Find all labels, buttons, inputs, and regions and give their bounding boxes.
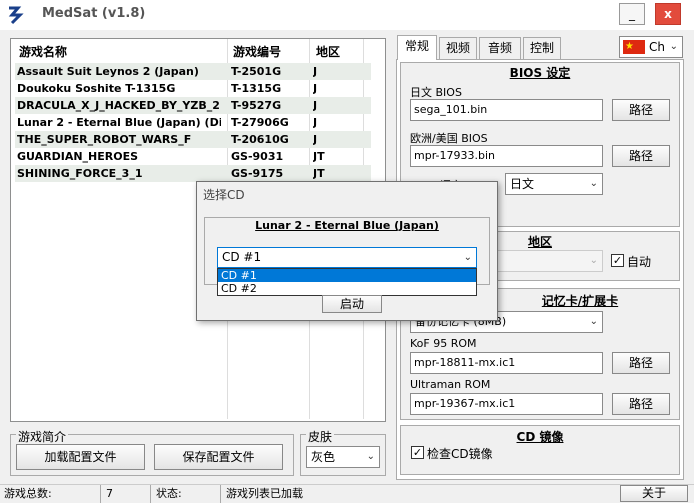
jp-bios-field[interactable]: sega_101.bin xyxy=(410,99,603,121)
tab-general[interactable]: 常规 xyxy=(397,35,437,60)
game-region: J xyxy=(313,65,318,78)
game-id: GS-9175 xyxy=(231,167,284,180)
game-name: DRACULA_X_J_HACKED_BY_YZB_2... xyxy=(17,99,221,112)
check-cd-image-checkbox[interactable]: ✓ xyxy=(411,446,424,459)
table-row[interactable]: Doukoku Soshite T-1315G T-1315G J xyxy=(15,80,371,97)
ultraman-rom-label: Ultraman ROM xyxy=(410,378,491,391)
skin-label: 皮肤 xyxy=(306,428,335,445)
dialog-game-title: Lunar 2 - Eternal Blue (Japan) xyxy=(255,219,439,232)
tab-controls[interactable]: 控制 xyxy=(523,37,561,59)
close-button[interactable]: x xyxy=(655,3,681,25)
table-row[interactable]: Assault Suit Leynos 2 (Japan) T-2501G J xyxy=(15,63,371,80)
tab-video[interactable]: 视频 xyxy=(439,37,477,59)
game-id: T-2501G xyxy=(231,65,282,78)
chevron-down-icon: ⌄ xyxy=(589,255,598,266)
game-region: J xyxy=(313,82,318,95)
about-button[interactable]: 关于 xyxy=(620,485,688,502)
load-config-button[interactable]: 加载配置文件 xyxy=(16,444,145,470)
kof-rom-field[interactable]: mpr-18811-mx.ic1 xyxy=(410,352,603,374)
ultraman-rom-field[interactable]: mpr-19367-mx.ic1 xyxy=(410,393,603,415)
us-bios-label: 欧洲/美国 BIOS xyxy=(410,132,488,145)
table-row[interactable]: SHINING_FORCE_3_1 GS-9175 JT xyxy=(15,165,371,182)
chevron-down-icon: ⌄ xyxy=(669,41,678,52)
game-name: SHINING_FORCE_3_1 xyxy=(17,167,143,180)
game-region: JT xyxy=(313,167,325,180)
us-bios-path-button[interactable]: 路径 xyxy=(612,145,670,167)
game-id: T-1315G xyxy=(231,82,282,95)
bios-language-select[interactable]: 日文 ⌄ xyxy=(505,173,603,195)
save-config-button[interactable]: 保存配置文件 xyxy=(154,444,283,470)
table-row[interactable]: GUARDIAN_HEROES GS-9031 JT xyxy=(15,148,371,165)
kof-rom-path-button[interactable]: 路径 xyxy=(612,352,670,374)
chevron-down-icon: ⌄ xyxy=(589,316,598,327)
game-id: T-9527G xyxy=(231,99,282,112)
dialog-title: 选择CD xyxy=(203,188,245,202)
game-id: GS-9031 xyxy=(231,150,284,163)
status-value: 游戏列表已加载 xyxy=(226,487,303,500)
chevron-down-icon: ⌄ xyxy=(366,451,375,462)
skin-select[interactable]: 灰色 ⌄ xyxy=(306,446,380,468)
region-auto-label: 自动 xyxy=(627,255,652,269)
cd-select[interactable]: CD #1 ⌄ xyxy=(217,247,477,268)
status-separator xyxy=(150,485,151,503)
start-button[interactable]: 启动 xyxy=(322,295,382,313)
region-auto-checkbox[interactable]: ✓ xyxy=(611,254,624,267)
game-name: Doukoku Soshite T-1315G xyxy=(17,82,176,95)
flag-star-icon: ★ xyxy=(625,41,634,52)
table-row[interactable]: THE_SUPER_ROBOT_WARS_F T-20610G J xyxy=(15,131,371,148)
status-separator xyxy=(220,485,221,503)
jp-bios-path-button[interactable]: 路径 xyxy=(612,99,670,121)
game-name: THE_SUPER_ROBOT_WARS_F xyxy=(17,133,192,146)
minimize-button[interactable]: _ xyxy=(619,3,645,25)
status-bar-border xyxy=(0,484,694,485)
game-region: JT xyxy=(313,150,325,163)
chevron-down-icon: ⌄ xyxy=(463,252,472,263)
jp-bios-label: 日文 BIOS xyxy=(410,86,462,99)
column-header-id[interactable]: 游戏编号 xyxy=(233,43,281,60)
game-region: J xyxy=(313,116,318,129)
bios-title: BIOS 设定 xyxy=(509,66,571,80)
cd-option[interactable]: CD #1 xyxy=(218,269,476,282)
cd-image-title: CD 镜像 xyxy=(516,430,564,444)
bios-language-value: 日文 xyxy=(510,177,535,191)
game-region: J xyxy=(313,99,318,112)
chevron-down-icon: ⌄ xyxy=(589,178,598,189)
game-name: Assault Suit Leynos 2 (Japan) xyxy=(17,65,199,78)
cd-selected-value: CD #1 xyxy=(222,250,262,264)
cd-option[interactable]: CD #2 xyxy=(218,282,476,295)
column-header-region[interactable]: 地区 xyxy=(316,43,340,60)
column-header-name[interactable]: 游戏名称 xyxy=(19,43,67,60)
language-select[interactable]: ★ Ch ⌄ xyxy=(619,36,683,58)
check-cd-image-label: 检查CD镜像 xyxy=(427,447,493,461)
skin-value: 灰色 xyxy=(311,450,336,464)
us-bios-field[interactable]: mpr-17933.bin xyxy=(410,145,603,167)
game-name: Lunar 2 - Eternal Blue (Japan) (Dis... xyxy=(17,116,221,129)
table-row[interactable]: Lunar 2 - Eternal Blue (Japan) (Dis... T… xyxy=(15,114,371,131)
status-separator xyxy=(100,485,101,503)
game-name: GUARDIAN_HEROES xyxy=(17,150,139,163)
language-value: Ch xyxy=(649,40,665,54)
tab-audio[interactable]: 音频 xyxy=(479,37,521,59)
kof-rom-label: KoF 95 ROM xyxy=(410,337,477,350)
game-id: T-27906G xyxy=(231,116,289,129)
game-count-value: 7 xyxy=(106,487,113,500)
window-title: MedSat (v1.8) xyxy=(42,6,146,21)
status-label: 状态: xyxy=(156,487,182,500)
ultraman-rom-path-button[interactable]: 路径 xyxy=(612,393,670,415)
table-row[interactable]: DRACULA_X_J_HACKED_BY_YZB_2... T-9527G J xyxy=(15,97,371,114)
game-count-label: 游戏总数: xyxy=(4,487,52,500)
game-intro-label: 游戏简介 xyxy=(16,428,69,445)
game-region: J xyxy=(313,133,318,146)
app-logo-icon xyxy=(8,6,24,25)
game-id: T-20610G xyxy=(231,133,289,146)
